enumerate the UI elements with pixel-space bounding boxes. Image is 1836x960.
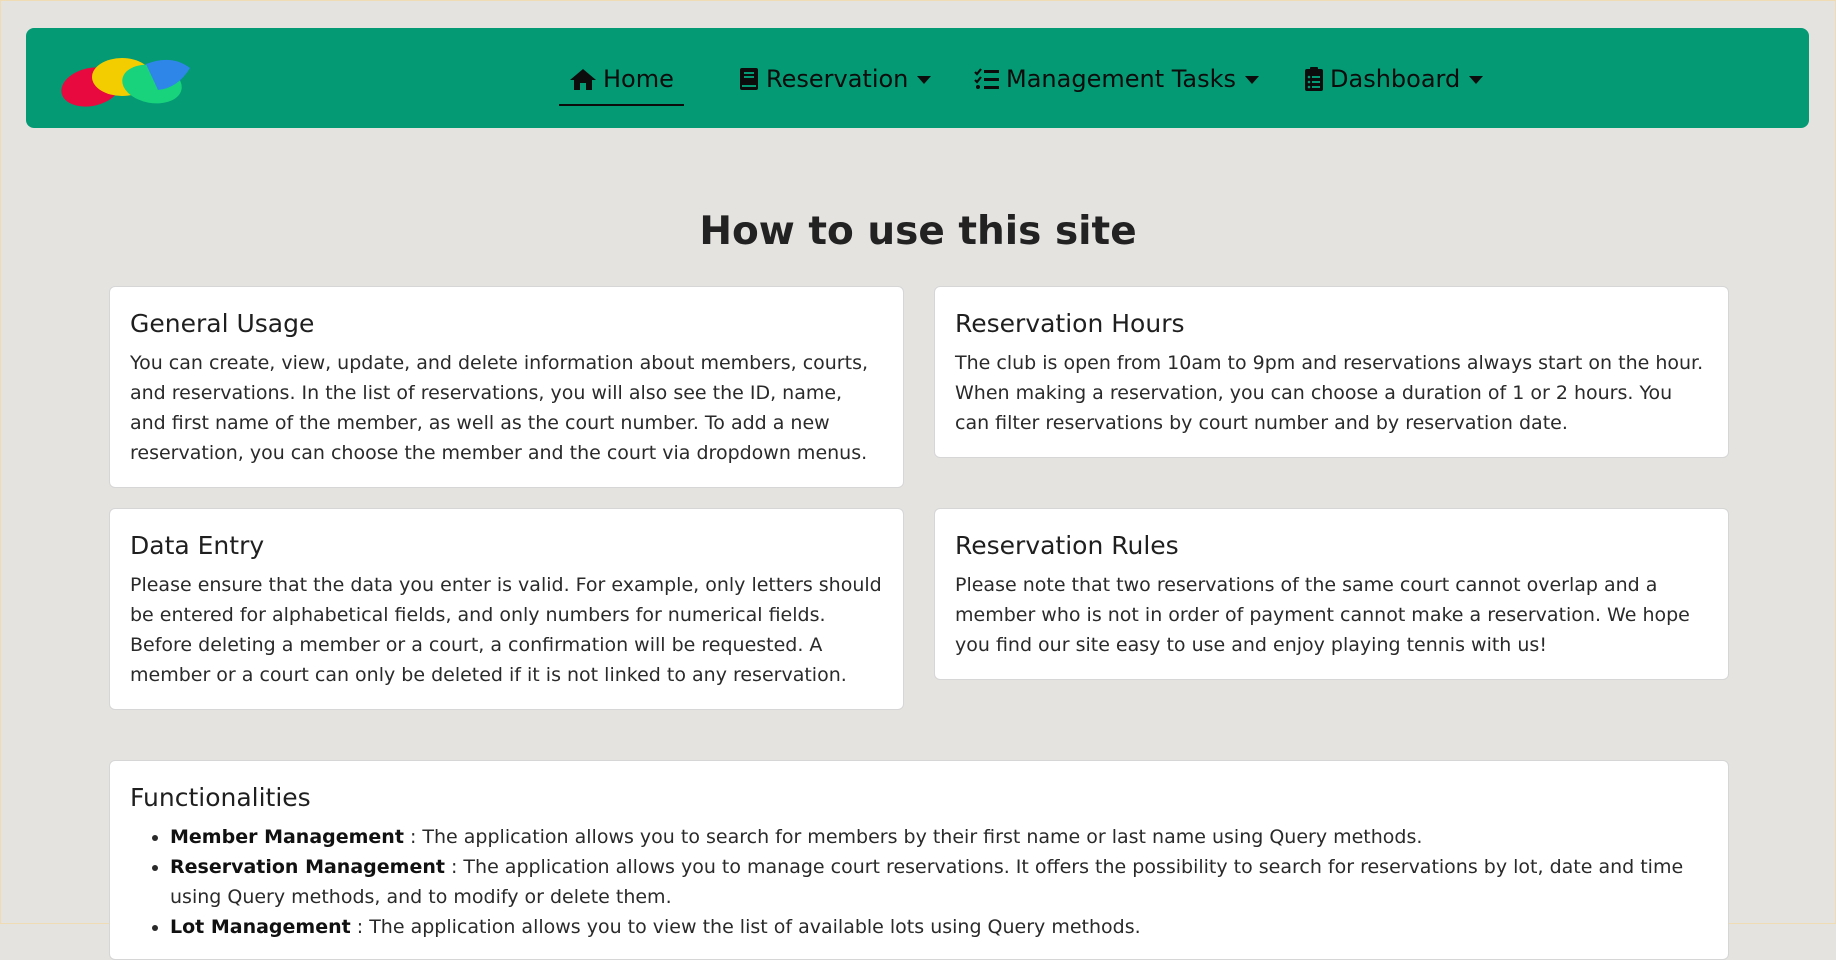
home-icon <box>570 69 596 90</box>
list-item: Lot Management : The application allows … <box>170 912 1708 942</box>
book-icon <box>740 68 758 90</box>
card-text: You can create, view, update, and delete… <box>130 352 869 464</box>
card-title: Data Entry <box>130 531 265 560</box>
chevron-down-icon <box>917 76 932 84</box>
nav-reservation[interactable]: Reservation <box>738 62 932 96</box>
card-title: Reservation Rules <box>955 531 1179 560</box>
feature-name: Member Management <box>170 826 404 848</box>
nav-home[interactable]: Home <box>559 62 684 106</box>
chevron-down-icon <box>1469 76 1484 84</box>
functionalities-list: Member Management : The application allo… <box>130 822 1708 942</box>
nav-dashboard-label: Dashboard <box>1330 65 1461 93</box>
feature-name: Reservation Management <box>170 856 445 878</box>
nav-home-label: Home <box>603 65 674 93</box>
card-title: Reservation Hours <box>955 309 1185 338</box>
nav-dashboard[interactable]: Dashboard <box>1304 62 1484 96</box>
nav-management-tasks[interactable]: Management Tasks <box>974 62 1260 96</box>
clipboard-icon <box>1305 67 1323 91</box>
feature-name: Lot Management <box>170 916 351 938</box>
card-reservation-hours: Reservation Hours The club is open from … <box>934 286 1729 458</box>
feature-text: : The application allows you to view the… <box>350 916 1141 938</box>
feature-text: : The application allows you to search f… <box>403 826 1423 848</box>
list-item: Member Management : The application allo… <box>170 822 1708 852</box>
page-title: How to use this site <box>699 209 1137 254</box>
card-title: General Usage <box>130 309 315 338</box>
list-item: Reservation Management : The application… <box>170 852 1708 912</box>
list-check-icon <box>974 68 999 89</box>
nav-management-tasks-label: Management Tasks <box>1006 65 1237 93</box>
top-navbar: Home Reservation Management Tasks Dashbo… <box>26 28 1809 128</box>
card-reservation-rules: Reservation Rules Please note that two r… <box>934 508 1729 680</box>
card-general-usage: General Usage You can create, view, upda… <box>109 286 904 488</box>
card-title: Functionalities <box>130 783 311 812</box>
nav-reservation-label: Reservation <box>766 65 909 93</box>
card-text: Please ensure that the data you enter is… <box>130 574 882 686</box>
card-text: The club is open from 10am to 9pm and re… <box>955 352 1704 434</box>
chevron-down-icon <box>1245 76 1260 84</box>
card-data-entry: Data Entry Please ensure that the data y… <box>109 508 904 710</box>
card-text: Please note that two reservations of the… <box>955 574 1690 656</box>
card-functionalities: Functionalities Member Management : The … <box>109 760 1729 960</box>
